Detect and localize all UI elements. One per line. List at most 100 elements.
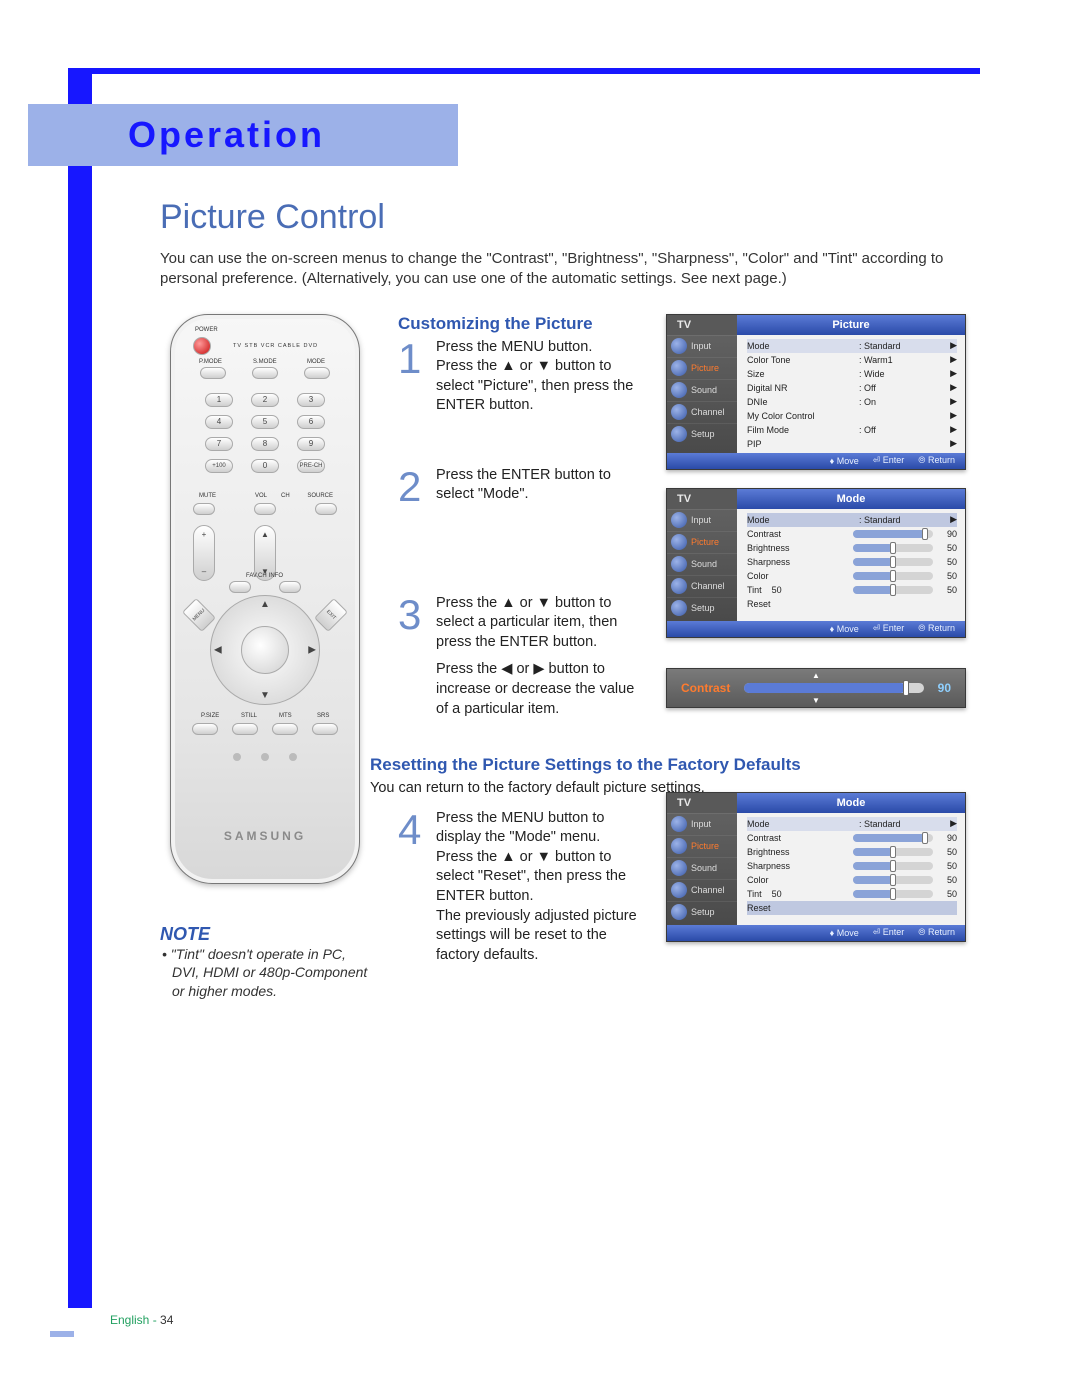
osd-row: Color 50 xyxy=(747,569,957,583)
osd-row: Tint 50 50 xyxy=(747,887,957,901)
page-footer: English - 34 xyxy=(110,1313,173,1327)
strip-label: Contrast xyxy=(681,681,730,695)
smode-label: S.MODE xyxy=(253,359,277,365)
mts-button xyxy=(272,723,298,735)
remote-illustration: POWER TV STB VCR CABLE DVD P.MODE S.MODE… xyxy=(170,314,360,884)
source-label: SOURCE xyxy=(307,493,333,499)
osd-row: Sharpness 50 xyxy=(747,555,957,569)
vol-label: VOL xyxy=(255,493,267,499)
section-intro: You can use the on-screen menus to chang… xyxy=(160,249,970,290)
channel-icon xyxy=(671,404,687,420)
step-1: 1 Press the MENU button. Press the ▲ or … xyxy=(398,338,638,416)
step-3a-text: Press the ▲ or ▼ button to select a part… xyxy=(436,594,638,653)
osd-title: Mode xyxy=(737,489,965,509)
brand-label: SAMSUNG xyxy=(171,829,359,843)
step-4-text: Press the MENU button to display the "Mo… xyxy=(436,809,638,966)
psize-label: P.SIZE xyxy=(201,713,219,719)
osd-main: Mode: Standard▶ Color Tone: Warm1▶ Size:… xyxy=(737,335,965,453)
setup-icon xyxy=(671,904,687,920)
side-channel: Channel xyxy=(691,407,725,417)
info-button xyxy=(279,581,301,593)
step-number: 1 xyxy=(398,338,426,416)
up-arrow-icon: ▲ xyxy=(260,599,270,610)
step-4: 4 Press the MENU button to display the "… xyxy=(398,809,638,966)
subhead-customizing: Customizing the Picture xyxy=(398,314,638,334)
source-select-button xyxy=(254,503,276,515)
modebtn-label: MODE xyxy=(307,359,325,365)
key-3: 3 xyxy=(297,393,325,407)
input-icon xyxy=(671,338,687,354)
note-body: • "Tint" doesn't operate in PC, DVI, HDM… xyxy=(160,945,370,1002)
step-1-text: Press the MENU button. Press the ▲ or ▼ … xyxy=(436,338,638,416)
osd-row: Brightness 50 xyxy=(747,845,957,859)
frame-top xyxy=(68,68,980,74)
osd-row: Sharpness 50 xyxy=(747,859,957,873)
osd-main: Mode: Standard▶ Contrast 90 Brightness 5… xyxy=(737,813,965,925)
osd-row: Reset xyxy=(747,597,957,611)
osd-row: Digital NR: Off▶ xyxy=(747,381,957,395)
side-setup: Setup xyxy=(691,429,715,439)
dot-icon xyxy=(261,753,269,761)
osd-title: Picture xyxy=(737,315,965,335)
frame-left xyxy=(68,68,92,1308)
osd-sidebar: Input Picture Sound Channel Setup xyxy=(667,509,737,621)
step-3b-text: Press the ◀ or ▶ button to increase or d… xyxy=(436,660,638,719)
osd-row: DNIe: On▶ xyxy=(747,395,957,409)
osd-footer: ♦ Move ⏎ Enter ⦾ Return xyxy=(667,453,965,469)
key-7: 7 xyxy=(205,437,233,451)
enter-button: ENTER xyxy=(253,638,277,662)
osd-tv-chip: TV xyxy=(667,793,737,813)
osd-row: Film Mode: Off▶ xyxy=(747,423,957,437)
srs-label: SRS xyxy=(317,713,329,719)
osd-row: PIP▶ xyxy=(747,437,957,451)
menu-button: MENU xyxy=(182,598,216,632)
osd-row: Mode: Standard▶ xyxy=(747,513,957,527)
channel-icon xyxy=(671,882,687,898)
osd-row: Color Tone: Warm1▶ xyxy=(747,353,957,367)
power-label: POWER xyxy=(195,327,218,333)
osd-mode-menu: TV Mode Input Picture Sound Channel Setu… xyxy=(666,488,966,638)
device-labels: TV STB VCR CABLE DVD xyxy=(233,343,318,349)
step-3: 3 Press the ▲ or ▼ button to select a pa… xyxy=(398,594,638,719)
footer-tick xyxy=(50,1331,74,1337)
step-number: 4 xyxy=(398,809,426,966)
down-triangle-icon: ▼ xyxy=(812,696,820,705)
mute-button xyxy=(193,503,215,515)
osd-mode-reset-menu: TV Mode Input Picture Sound Channel Setu… xyxy=(666,792,966,942)
osd-main: Mode: Standard▶ Contrast 90 Brightness 5… xyxy=(737,509,965,621)
still-button xyxy=(232,723,258,735)
key-2: 2 xyxy=(251,393,279,407)
setup-icon xyxy=(671,426,687,442)
side-picture: Picture xyxy=(691,363,719,373)
chapter-tab: Operation xyxy=(28,104,458,166)
channel-icon xyxy=(671,578,687,594)
srs-button xyxy=(312,723,338,735)
key-6: 6 xyxy=(297,415,325,429)
sound-icon xyxy=(671,860,687,876)
osd-contrast-strip: ▲ ▼ Contrast 90 xyxy=(666,668,966,708)
osd-picture-menu: TV Picture Input Picture Sound Channel S… xyxy=(666,314,966,470)
picture-icon xyxy=(671,838,687,854)
step-number: 2 xyxy=(398,466,426,508)
osd-row: Brightness 50 xyxy=(747,541,957,555)
smode-button xyxy=(252,367,278,379)
key-0: 0 xyxy=(251,459,279,473)
chapter-title: Operation xyxy=(128,114,325,156)
favch-label: FAV.CH xyxy=(246,573,267,579)
osd-row: Color 50 xyxy=(747,873,957,887)
step-2-text: Press the ENTER button to select "Mode". xyxy=(436,466,638,508)
side-sound: Sound xyxy=(691,385,717,395)
strip-value: 90 xyxy=(938,681,951,695)
info-label: INFO xyxy=(269,573,283,579)
osd-row: My Color Control▶ xyxy=(747,409,957,423)
picture-icon xyxy=(671,360,687,376)
ch-label: CH xyxy=(281,493,290,499)
source-button xyxy=(315,503,337,515)
osd-row: Contrast 90 xyxy=(747,831,957,845)
psize-button xyxy=(192,723,218,735)
picture-icon xyxy=(671,534,687,550)
dot-icon xyxy=(233,753,241,761)
osd-row: Reset xyxy=(747,901,957,915)
still-label: STILL xyxy=(241,713,257,719)
osd-footer: ♦ Move ⏎ Enter ⦾ Return xyxy=(667,925,965,941)
